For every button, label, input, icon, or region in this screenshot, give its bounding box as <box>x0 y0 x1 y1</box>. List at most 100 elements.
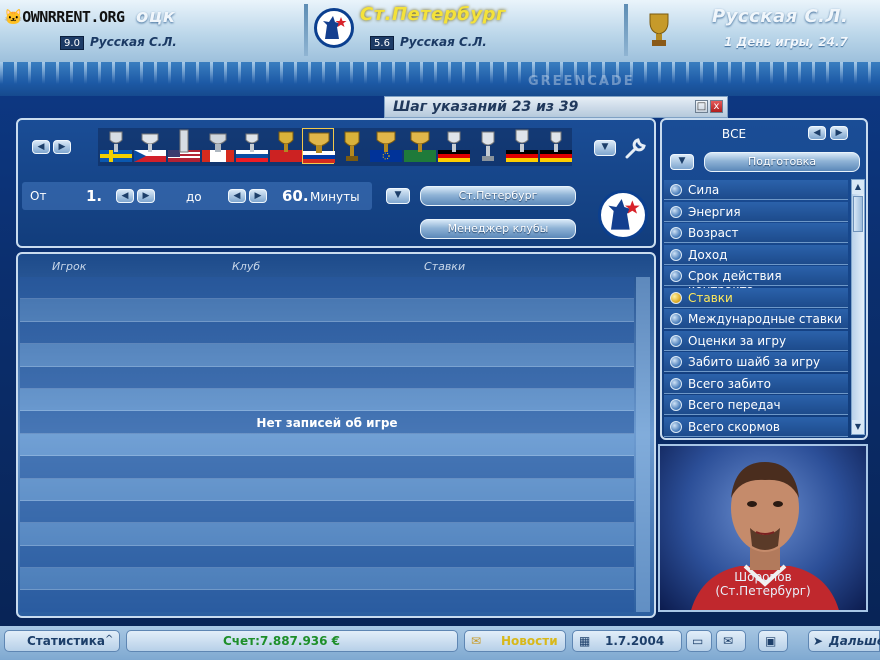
cup-russia-selected[interactable] <box>302 128 335 164</box>
stat-item-goals-per-game[interactable]: Забито шайб за игру <box>664 352 848 372</box>
center-team-rating: 5.6 <box>370 36 394 50</box>
stat-label: Ставки <box>688 290 733 305</box>
step-window-titlebar: Шаг указаний 23 из 39 □ x <box>384 96 728 118</box>
radio-icon <box>670 356 682 368</box>
cup-europe[interactable] <box>370 128 402 164</box>
stat-label: Доход <box>688 247 728 262</box>
watermark: 🐱OWNRRENT.ORG <box>4 8 125 26</box>
to-decrease-button[interactable]: ◀ <box>228 189 246 203</box>
cup-germany[interactable] <box>438 128 470 164</box>
col-rates[interactable]: Ставки <box>424 260 465 273</box>
table-row <box>20 590 634 612</box>
category-dropdown-button[interactable]: ▼ <box>670 154 694 170</box>
icicles-decor <box>0 62 880 84</box>
manager-clubs-button[interactable]: Менеджер клубы <box>420 219 576 239</box>
stat-item-income[interactable]: Доход <box>664 244 848 265</box>
cup-canada[interactable] <box>202 128 234 164</box>
statistics-menu[interactable]: Статистика ^ <box>4 630 120 652</box>
category-prev-button[interactable]: ◀ <box>808 126 826 140</box>
radio-icon <box>670 270 682 282</box>
stat-item-total-points[interactable]: Всего скормов <box>664 416 848 437</box>
cup-gold-red[interactable] <box>270 128 302 164</box>
category-next-button[interactable]: ▶ <box>830 126 848 140</box>
to-increase-button[interactable]: ▶ <box>249 189 267 203</box>
news-icon: ✉ <box>471 634 482 648</box>
team-select[interactable]: Ст.Петербург <box>420 186 576 206</box>
windows-button[interactable]: ▣ <box>758 630 788 652</box>
all-label: ВСЕ <box>721 127 747 141</box>
date-display: ▦ 1.7.2004 <box>572 630 682 652</box>
from-increase-button[interactable]: ▶ <box>137 189 155 203</box>
stat-item-total-goals[interactable]: Всего забито <box>664 373 848 394</box>
col-club[interactable]: Клуб <box>232 260 260 273</box>
monitor-button[interactable]: ▭ <box>686 630 712 652</box>
from-decrease-button[interactable]: ◀ <box>116 189 134 203</box>
stat-item-rates-selected[interactable]: Ставки <box>664 287 848 308</box>
news-button[interactable]: ✉ Новости <box>464 630 566 652</box>
table-row <box>20 366 634 389</box>
scroll-thumb[interactable] <box>853 196 863 232</box>
table-row <box>20 299 634 322</box>
stat-item-contract[interactable]: Срок действия контракта <box>664 266 848 297</box>
monitor-icon: ▭ <box>692 634 704 648</box>
cup-germany-3[interactable] <box>540 128 572 164</box>
table-body <box>20 277 634 612</box>
right-league-title: Русская С.Л. <box>712 6 849 27</box>
empty-table-message: Нет записей об игре <box>256 416 398 430</box>
radio-icon <box>670 291 682 304</box>
stat-item-strength[interactable]: Сила <box>664 180 848 200</box>
mail-icon: ✉ <box>723 634 734 648</box>
table-scrollbar[interactable] <box>636 277 650 612</box>
stats-scrollbar[interactable]: ▲ ▼ <box>851 179 865 435</box>
team-dropdown-button[interactable]: ▼ <box>386 188 410 204</box>
center-team-name: Ст.Петербург <box>360 4 506 25</box>
cup-sweden[interactable] <box>100 128 132 164</box>
cup-czech[interactable] <box>134 128 166 164</box>
cups-next-button[interactable]: ▶ <box>53 140 71 154</box>
cup-silver[interactable] <box>472 128 504 164</box>
scroll-up-icon[interactable]: ▲ <box>852 180 864 194</box>
category-select[interactable]: Подготовка <box>704 152 860 172</box>
cup-gold[interactable] <box>336 128 368 164</box>
stat-item-age[interactable]: Возраст <box>664 223 848 243</box>
cups-prev-button[interactable]: ◀ <box>32 140 50 154</box>
stat-label: Всего забито <box>688 376 771 391</box>
table-row <box>20 344 634 367</box>
wrench-icon[interactable] <box>624 136 648 160</box>
player-club: (Ст.Петербург) <box>715 584 811 598</box>
stat-label: Забито шайб за игру <box>688 355 821 369</box>
balance-text: Счет:7.887.936 € <box>223 634 341 648</box>
date-label: 1.7.2004 <box>605 634 665 648</box>
statistics-label: Статистика <box>27 634 105 648</box>
stat-label: Возраст <box>688 226 739 240</box>
cup-green[interactable] <box>404 128 436 164</box>
stat-label: Сила <box>688 183 720 197</box>
game-day: 1 День игры, 24.7 <box>724 35 848 49</box>
cup-usa[interactable] <box>168 128 200 164</box>
table-row <box>20 523 634 546</box>
stat-item-intl-rates[interactable]: Международные ставки <box>664 309 848 329</box>
stat-item-game-ratings[interactable]: Оценки за игру <box>664 330 848 351</box>
next-label: Дальше <box>829 634 880 648</box>
table-row <box>20 321 634 345</box>
table-row <box>20 500 634 524</box>
cup-germany-2[interactable] <box>506 128 538 164</box>
player-name: Шоропов <box>734 570 792 584</box>
radio-icon <box>670 399 682 411</box>
scroll-down-icon[interactable]: ▼ <box>852 420 864 434</box>
table-row <box>20 277 634 300</box>
center-team-logo <box>314 8 354 48</box>
to-value: 60. <box>282 187 309 205</box>
cups-dropdown-button[interactable]: ▼ <box>594 140 616 156</box>
stat-item-energy[interactable]: Энергия <box>664 201 848 222</box>
restore-button[interactable]: □ <box>695 100 708 113</box>
cup-slovakia[interactable] <box>236 128 268 164</box>
stat-item-total-assists[interactable]: Всего передач <box>664 395 848 415</box>
col-player[interactable]: Игрок <box>52 260 86 273</box>
close-button[interactable]: x <box>710 100 723 113</box>
news-label: Новости <box>501 634 558 648</box>
next-button[interactable]: ➤ Дальше <box>808 630 880 652</box>
stat-label: Оценки за игру <box>688 333 787 348</box>
mail-button[interactable]: ✉ <box>716 630 746 652</box>
table-header: Игрок Клуб Ставки <box>20 258 650 276</box>
